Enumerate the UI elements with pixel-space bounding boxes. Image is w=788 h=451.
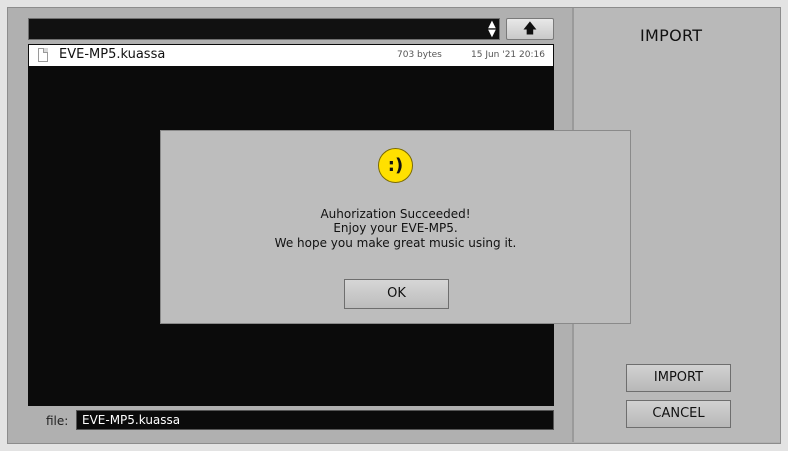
cancel-button[interactable]: CANCEL <box>626 400 731 428</box>
panel-title: IMPORT <box>640 26 703 45</box>
file-row[interactable]: EVE-MP5.kuassa 703 bytes 15 Jun '21 20:1… <box>29 45 553 66</box>
file-name-input[interactable]: EVE-MP5.kuassa <box>76 410 554 430</box>
file-size: 703 bytes <box>397 50 442 60</box>
dialog-message-line-3: We hope you make great music using it. <box>274 236 517 250</box>
smiley-icon: :) <box>378 148 413 183</box>
folder-select[interactable] <box>28 18 500 40</box>
updown-icon[interactable]: ▲ ▼ <box>486 20 498 39</box>
parent-folder-button[interactable]: 🡅 <box>506 18 554 40</box>
up-arrow-icon: 🡅 <box>522 21 538 37</box>
ok-button[interactable]: OK <box>344 279 449 309</box>
dialog-message-line-1: Auhorization Succeeded! <box>320 207 471 221</box>
dialog-message-line-2: Enjoy your EVE-MP5. <box>333 221 458 235</box>
file-name: EVE-MP5.kuassa <box>59 47 166 62</box>
auth-success-dialog: :) Auhorization Succeeded! Enjoy your EV… <box>160 130 631 324</box>
document-icon <box>38 48 48 62</box>
file-label: file: <box>46 414 69 428</box>
file-date: 15 Jun '21 20:16 <box>471 50 545 60</box>
import-button[interactable]: IMPORT <box>626 364 731 392</box>
